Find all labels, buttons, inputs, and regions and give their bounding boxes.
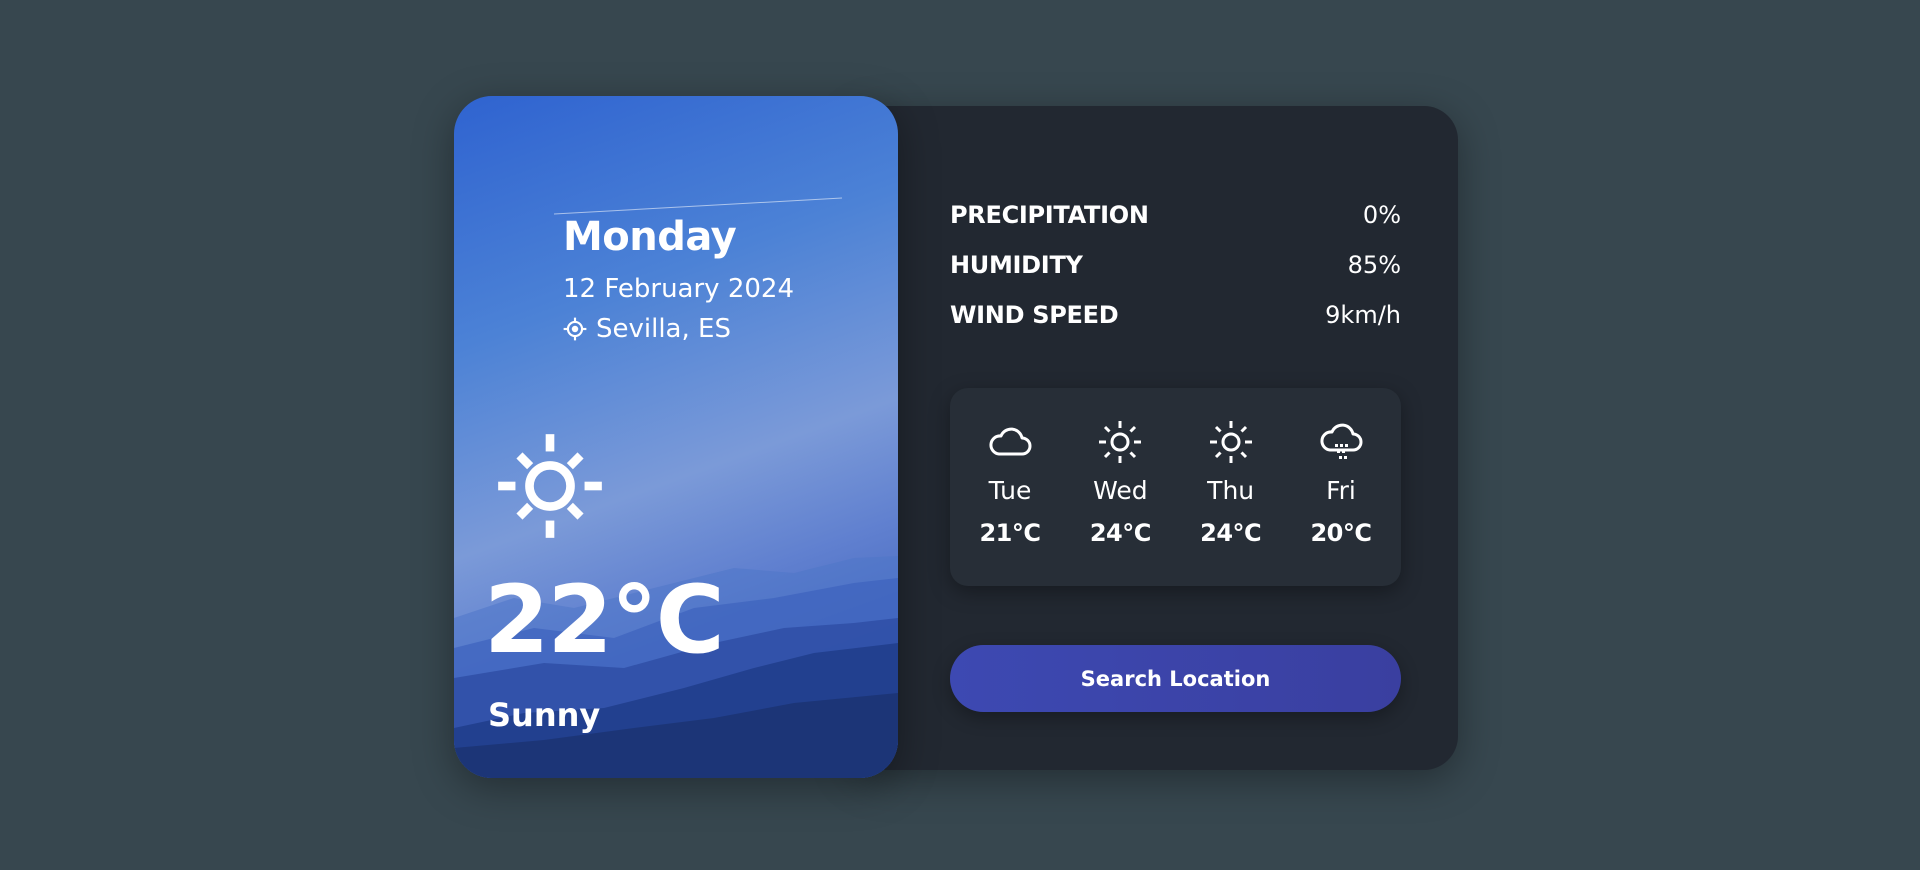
forecast-item-fri: Fri 20°C <box>1305 388 1377 586</box>
forecast-day: Thu <box>1207 476 1255 505</box>
weather-stats: PRECIPITATION 0% HUMIDITY 85% WIND SPEED… <box>950 190 1401 340</box>
sun-icon <box>1099 421 1142 463</box>
location-crosshair-icon <box>563 317 587 341</box>
forecast-temp: 21°C <box>979 519 1041 547</box>
stat-row-wind-speed: WIND SPEED 9km/h <box>950 290 1401 340</box>
stat-label: PRECIPITATION <box>950 201 1149 229</box>
sun-icon <box>1209 421 1252 463</box>
forecast-item-thu: Thu 24°C <box>1195 388 1267 586</box>
forecast-item-wed: Wed 24°C <box>1084 388 1156 586</box>
sun-icon <box>498 434 602 538</box>
forecast-item-tue: Tue 21°C <box>974 388 1046 586</box>
stat-label: WIND SPEED <box>950 301 1119 329</box>
forecast-day: Wed <box>1093 476 1148 505</box>
forecast-panel: Tue 21°C Wed 24°C Thu 24°C Fri 20°C <box>950 388 1401 586</box>
forecast-day: Fri <box>1326 476 1356 505</box>
weather-hero-card: Monday 12 February 2024 Sevilla, ES 22°C… <box>454 96 898 778</box>
forecast-temp: 20°C <box>1310 519 1372 547</box>
cloud-icon <box>989 427 1032 456</box>
forecast-temp: 24°C <box>1200 519 1262 547</box>
current-date: 12 February 2024 <box>563 274 794 304</box>
stat-row-humidity: HUMIDITY 85% <box>950 240 1401 290</box>
stat-row-precipitation: PRECIPITATION 0% <box>950 190 1401 240</box>
light-streak <box>554 197 843 215</box>
forecast-temp: 24°C <box>1089 519 1152 547</box>
current-condition: Sunny <box>488 696 601 734</box>
stat-value: 9km/h <box>1325 301 1401 329</box>
current-location: Sevilla, ES <box>562 314 731 344</box>
stat-label: HUMIDITY <box>950 251 1083 279</box>
cloud-rain-icon <box>1320 423 1363 459</box>
stat-value: 85% <box>1347 251 1401 279</box>
forecast-day: Tue <box>988 476 1032 505</box>
current-day: Monday <box>563 214 737 260</box>
search-location-button[interactable]: Search Location <box>950 645 1401 712</box>
stat-value: 0% <box>1362 201 1401 229</box>
location-label: Sevilla, ES <box>596 314 731 344</box>
current-temperature: 22°C <box>484 566 725 675</box>
